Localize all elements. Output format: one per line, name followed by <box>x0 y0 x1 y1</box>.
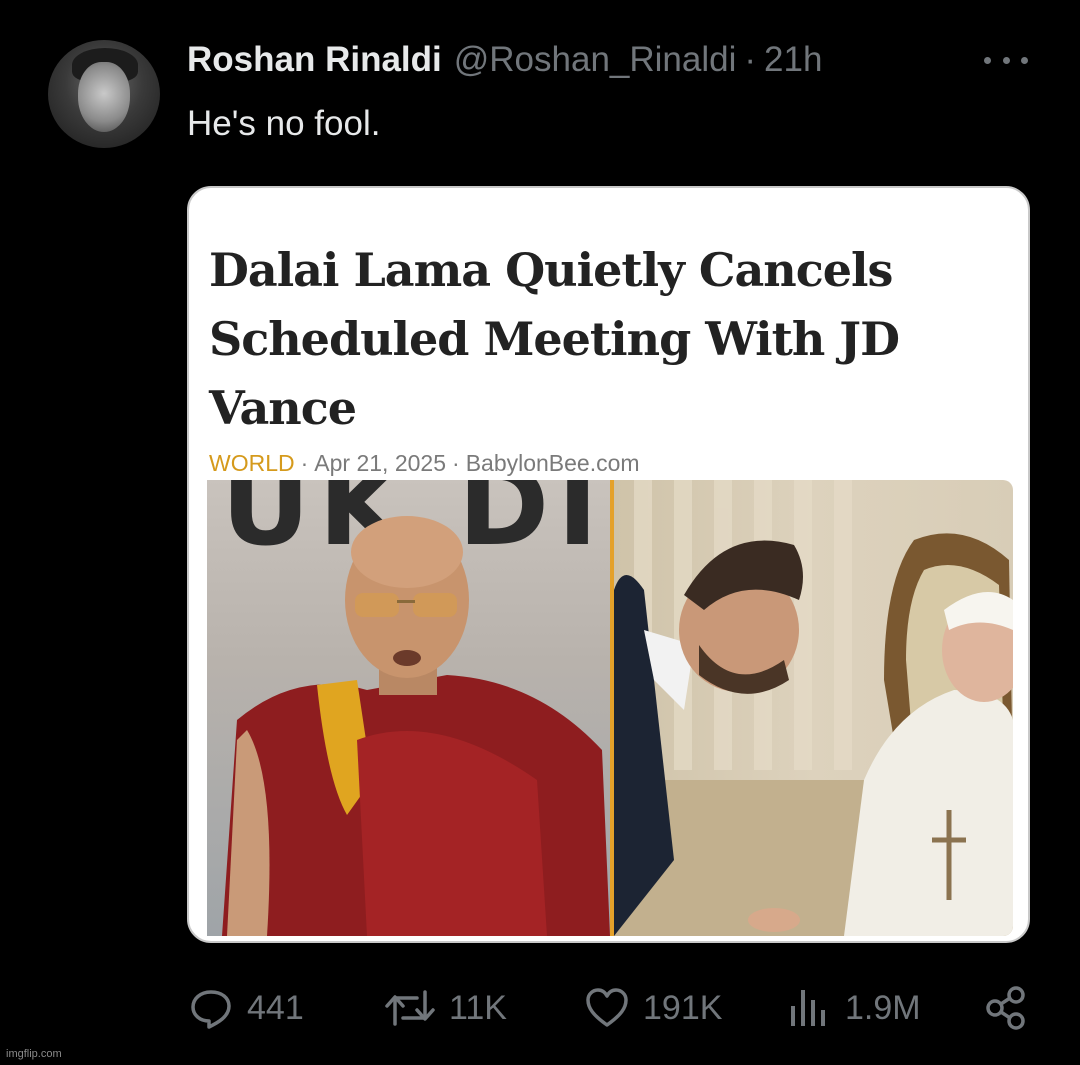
dalai-lama-figure <box>222 516 610 936</box>
header-separator: · <box>744 40 757 79</box>
heart-icon <box>583 984 631 1032</box>
author-handle[interactable]: @Roshan_Rinaldi <box>454 40 737 80</box>
article-source: BabylonBee.com <box>465 450 640 476</box>
article-section: WORLD <box>209 450 295 476</box>
reply-button[interactable]: 441 <box>187 980 304 1036</box>
views-count: 1.9M <box>845 988 921 1027</box>
share-button[interactable] <box>983 980 1029 1036</box>
article-meta: WORLD · Apr 21, 2025 · BabylonBee.com <box>209 450 640 477</box>
article-photo: UK DI <box>207 480 1013 936</box>
avatar-face <box>78 62 130 132</box>
article-headline: Dalai Lama Quietly Cancels Scheduled Mee… <box>209 243 900 435</box>
bar-chart-icon <box>785 984 833 1032</box>
repost-count: 11K <box>449 988 507 1027</box>
tweet-header: Roshan Rinaldi @Roshan_Rinaldi · 21h <box>187 38 822 82</box>
share-icon <box>983 984 1029 1032</box>
reply-count: 441 <box>247 988 304 1027</box>
action-bar: 441 11K 191K 1.9M <box>187 980 1037 1036</box>
like-count: 191K <box>643 988 723 1027</box>
repost-arrows-icon <box>383 984 437 1032</box>
vance-pope-figures <box>614 480 1013 936</box>
tweet-text: He's no fool. <box>187 104 381 143</box>
avatar[interactable] <box>48 40 160 148</box>
article-date: Apr 21, 2025 <box>314 450 447 476</box>
watermark: imgflip.com <box>6 1048 62 1060</box>
views-button[interactable]: 1.9M <box>785 980 921 1036</box>
repost-button[interactable]: 11K <box>383 980 507 1036</box>
embedded-image-card[interactable]: Dalai Lama Quietly Cancels Scheduled Mee… <box>187 186 1030 943</box>
photo-dalai-lama: UK DI <box>207 480 610 936</box>
photo-vance-pope <box>614 480 1013 936</box>
more-options-ellipsis-icon[interactable] <box>984 50 1028 70</box>
author-name[interactable]: Roshan Rinaldi <box>187 40 442 80</box>
meta-separator: · <box>452 450 460 476</box>
meta-separator: · <box>300 450 309 476</box>
tweet-timestamp[interactable]: 21h <box>764 40 822 80</box>
like-button[interactable]: 191K <box>583 980 722 1036</box>
speech-bubble-icon <box>187 984 235 1032</box>
